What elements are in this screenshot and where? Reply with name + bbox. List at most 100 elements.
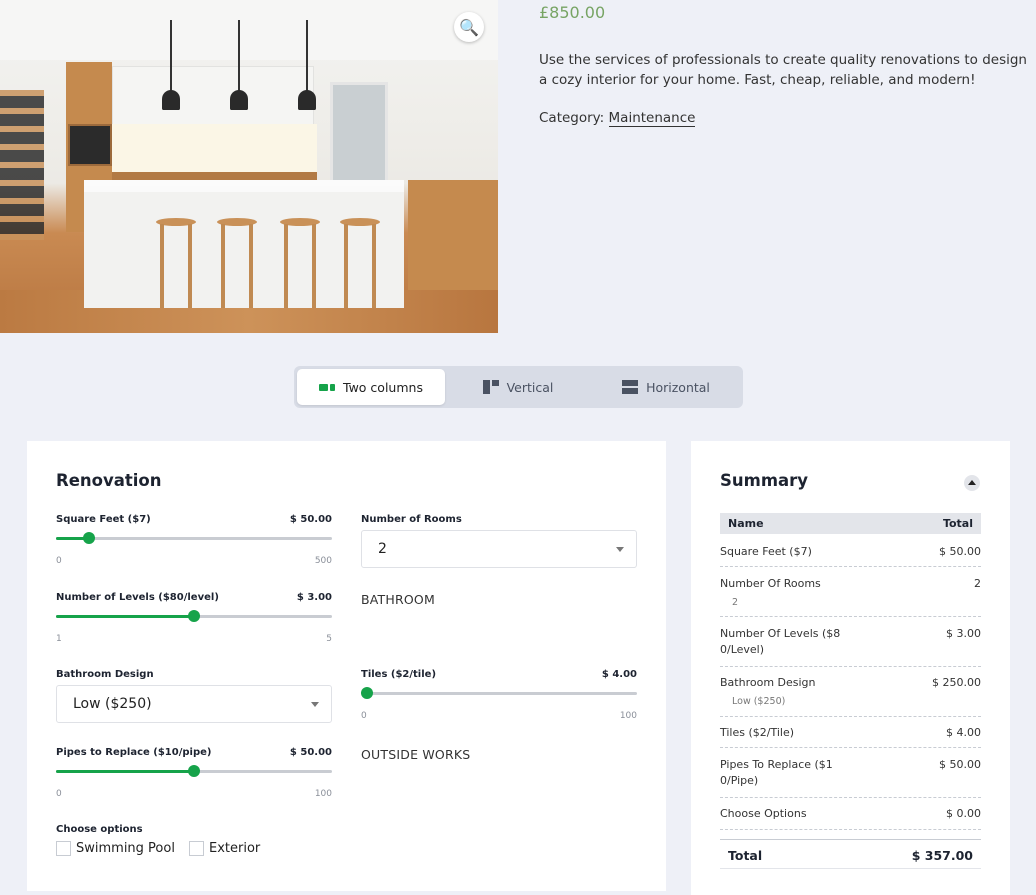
summary-total-row: Total $ 357.00 — [720, 839, 981, 869]
select-value: Low ($250) — [73, 696, 152, 712]
tiles-slider[interactable] — [361, 687, 637, 699]
summary-row-name: Number Of Rooms — [720, 577, 821, 590]
summary-row: Number Of Rooms 2 2 — [720, 576, 981, 617]
rooms-select[interactable]: 2 — [361, 530, 637, 568]
photo-pendant-light — [230, 20, 248, 110]
summary-row-detail: Low ($250) — [732, 696, 786, 707]
pipes-label: Pipes to Replace ($10/pipe) — [56, 747, 212, 758]
product-image: 🔍 — [0, 0, 498, 333]
tiles-value: $ 4.00 — [601, 669, 637, 680]
slider-thumb[interactable] — [83, 532, 96, 544]
slider-thumb[interactable] — [361, 687, 373, 699]
summary-col-name: Name — [728, 517, 764, 530]
summary-table-header: Name Total — [720, 513, 981, 534]
two-columns-icon — [319, 383, 336, 391]
zoom-icon[interactable]: 🔍 — [454, 12, 484, 42]
square-feet-value: $ 50.00 — [289, 514, 332, 525]
swimming-pool-checkbox[interactable]: Swimming Pool — [56, 841, 175, 856]
summary-row-name: Pipes To Replace ($1 0/Pipe) — [720, 758, 833, 787]
photo-ceiling — [0, 0, 498, 60]
summary-row: Pipes To Replace ($1 0/Pipe) $ 50.00 — [720, 757, 981, 798]
rooms-label: Number of Rooms — [361, 514, 462, 525]
summary-row-value: $ 50.00 — [939, 545, 981, 558]
horizontal-layout-icon — [622, 380, 639, 394]
summary-row-value: $ 4.00 — [946, 726, 981, 739]
slider-min: 0 — [56, 556, 62, 566]
photo-stool — [217, 218, 257, 308]
layout-two-columns-button[interactable]: Two columns — [297, 369, 445, 405]
photo-backsplash — [112, 124, 317, 172]
summary-row-value: 2 — [974, 577, 981, 590]
product-category: Category: Maintenance — [539, 110, 696, 127]
layout-option-label: Horizontal — [646, 379, 710, 395]
summary-row-value: $ 250.00 — [932, 676, 981, 689]
layout-option-label: Two columns — [343, 379, 423, 395]
photo-stool — [156, 218, 196, 308]
summary-row-name: Bathroom Design — [720, 676, 816, 689]
checkbox-box[interactable] — [56, 841, 71, 856]
layout-vertical-button[interactable]: Vertical — [444, 369, 592, 405]
photo-wall-cabinets — [112, 66, 314, 126]
tiles-label: Tiles ($2/tile) — [361, 669, 437, 680]
summary-row: Choose Options $ 0.00 — [720, 806, 981, 830]
slider-min: 0 — [361, 711, 367, 721]
category-label: Category: — [539, 110, 605, 126]
summary-row-value: $ 0.00 — [946, 807, 981, 820]
pipes-slider[interactable] — [56, 765, 332, 777]
category-link[interactable]: Maintenance — [608, 110, 696, 127]
summary-row-name: Square Feet ($7) — [720, 545, 812, 558]
layout-switcher: Two columns Vertical Horizontal — [294, 366, 743, 408]
summary-panel: Summary Name Total Square Feet ($7) $ 50… — [691, 441, 1010, 895]
summary-row-detail: 2 — [732, 597, 739, 608]
photo-pendant-light — [298, 20, 316, 110]
photo-oven — [68, 124, 112, 166]
slider-max: 5 — [326, 634, 332, 644]
checkbox-label: Exterior — [209, 841, 261, 856]
photo-stool — [280, 218, 320, 308]
layout-option-label: Vertical — [506, 379, 554, 395]
product-price: £850.00 — [539, 3, 606, 22]
levels-label: Number of Levels ($80/level) — [56, 592, 219, 603]
summary-total-label: Total — [728, 848, 763, 863]
renovation-calculator: Renovation Square Feet ($7) $ 50.00 0 50… — [27, 441, 666, 891]
choose-options-label: Choose options — [56, 824, 143, 835]
checkbox-label: Swimming Pool — [76, 841, 175, 856]
vertical-layout-icon — [482, 380, 499, 394]
slider-max: 100 — [619, 711, 637, 721]
summary-row: Number Of Levels ($8 0/Level) $ 3.00 — [720, 626, 981, 667]
chevron-down-icon — [616, 547, 624, 552]
layout-horizontal-button[interactable]: Horizontal — [592, 369, 740, 405]
exterior-checkbox[interactable]: Exterior — [189, 841, 260, 856]
calculator-title: Renovation — [56, 471, 162, 490]
summary-title: Summary — [720, 471, 809, 490]
photo-pendant-light — [162, 20, 180, 110]
checkbox-box[interactable] — [189, 841, 204, 856]
slider-min: 1 — [56, 634, 62, 644]
collapse-icon[interactable] — [964, 475, 980, 491]
bathroom-design-label: Bathroom Design — [56, 669, 154, 680]
product-description: Use the services of professionals to cre… — [539, 52, 1027, 88]
summary-total-value: $ 357.00 — [911, 848, 973, 863]
photo-stool — [340, 218, 380, 308]
bathroom-design-select[interactable]: Low ($250) — [56, 685, 332, 723]
chevron-down-icon — [311, 702, 319, 707]
photo-right-cabinets — [408, 180, 498, 290]
photo-stairs — [0, 90, 44, 240]
levels-slider[interactable] — [56, 610, 332, 622]
pipes-value: $ 50.00 — [289, 747, 332, 758]
square-feet-slider[interactable] — [56, 532, 332, 544]
levels-value: $ 3.00 — [296, 592, 332, 603]
slider-min: 0 — [56, 789, 62, 799]
bathroom-section-heading: BATHROOM — [361, 592, 435, 607]
slider-fill — [56, 615, 194, 618]
square-feet-label: Square Feet ($7) — [56, 514, 151, 525]
summary-row-value: $ 3.00 — [946, 627, 981, 640]
summary-row-value: $ 50.00 — [939, 758, 981, 771]
summary-row: Square Feet ($7) $ 50.00 — [720, 544, 981, 567]
summary-row-name: Choose Options — [720, 807, 807, 820]
summary-row-name: Tiles ($2/Tile) — [720, 726, 795, 739]
slider-thumb[interactable] — [188, 610, 200, 622]
slider-max: 500 — [314, 556, 332, 566]
slider-thumb[interactable] — [188, 765, 200, 777]
summary-col-total: Total — [942, 517, 973, 530]
